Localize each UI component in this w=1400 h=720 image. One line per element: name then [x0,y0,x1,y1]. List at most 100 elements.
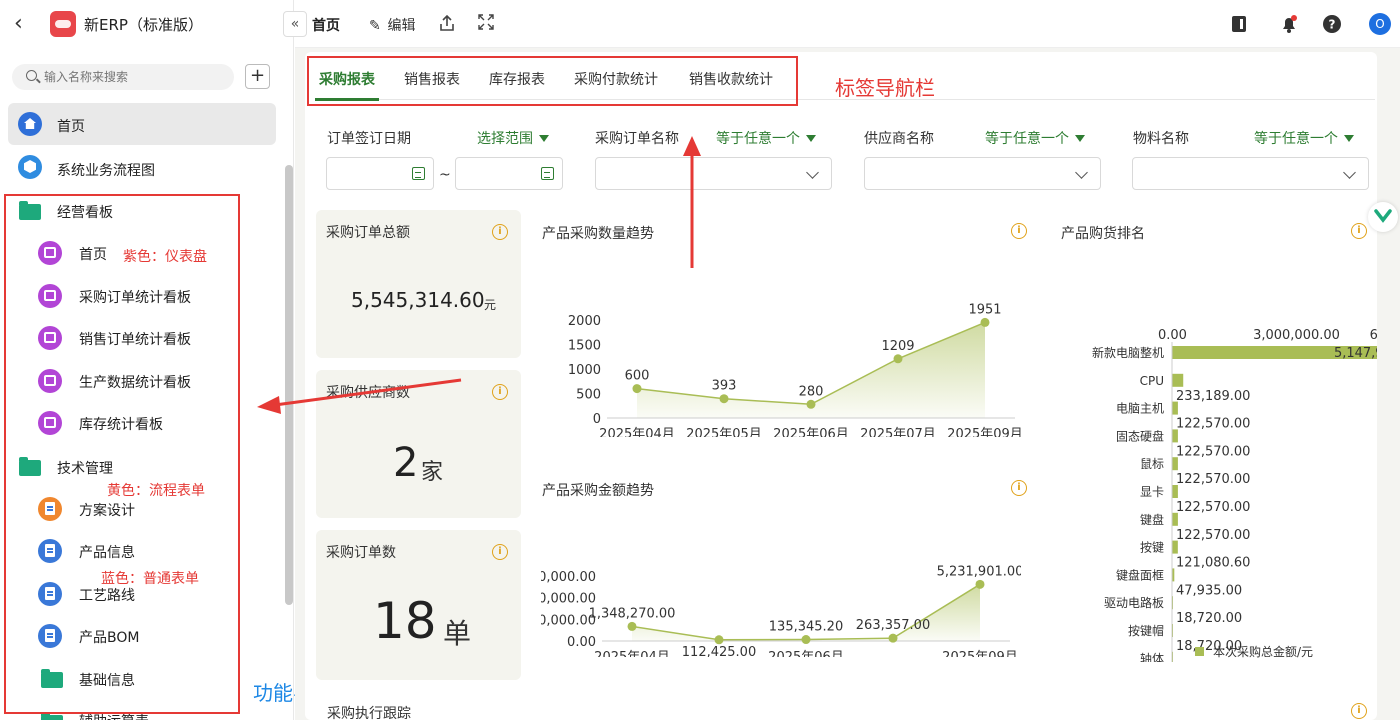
chart-title-amount: 产品采购金额趋势 [542,483,654,499]
pencil-icon: ✎ [369,18,381,34]
info-icon[interactable]: i [1351,703,1367,719]
bar [1172,457,1178,471]
data-label: 135,345.20 [769,620,843,635]
supplier-select[interactable] [864,157,1101,190]
annotation-arrow-left [274,378,462,407]
breadcrumb: 首页 [312,18,340,34]
kpi-unit: 单 [443,617,472,650]
sidebar-item-label: 销售订单统计看板 [79,332,191,348]
edit-button[interactable]: ✎ 编辑 [369,15,415,35]
data-point [806,399,816,409]
avatar[interactable]: O [1369,13,1391,35]
bar [1172,429,1178,443]
x-tick-label: 2025年06月 [773,427,849,437]
filter-op-supplier[interactable]: 等于任意一个 [985,128,1085,148]
svg-text:?: ? [1329,18,1336,32]
sidebar-item-label: 方案设计 [79,503,135,519]
data-label: 122,570.00 [1176,417,1250,432]
top-toolbar: « 首页 ✎ 编辑 ? O [283,0,1400,48]
chevron-down-icon [1343,166,1356,179]
bar [1172,485,1178,498]
category-label: 按键 [1140,541,1164,555]
add-button[interactable]: + [245,64,270,89]
sidebar-item-production-board[interactable]: 生产数据统计看板 [0,361,230,401]
data-label: 122,570.00 [1176,444,1250,459]
bell-icon[interactable] [1278,13,1300,35]
sidebar-item-label: 首页 [57,119,85,135]
info-icon[interactable]: i [1011,223,1027,239]
category-label: 固态硬盘 [1116,428,1164,443]
book-icon[interactable] [1228,13,1250,35]
search-icon [26,70,37,81]
data-label: 393 [712,379,737,394]
category-label: 键盘面框 [1116,567,1164,582]
sidebar-item-product-info[interactable]: 产品信息 [0,531,230,571]
sidebar-group-dashboard[interactable]: 经营看板 [0,190,230,230]
annotation-arrowhead [257,396,281,414]
sidebar-item-dashboard-home[interactable]: 首页 [0,233,120,273]
active-tab-underline [315,98,379,101]
filter-op-order-name[interactable]: 等于任意一个 [716,128,816,148]
sidebar-item-home[interactable]: 首页 [0,104,270,144]
sidebar-item-purchase-board[interactable]: 采购订单统计看板 [0,276,230,316]
tab-sales-report[interactable]: 销售报表 [404,69,460,89]
kpi-unit: 家 [421,460,444,485]
annotation-arrowhead [683,136,701,156]
filter-op-material[interactable]: 等于任意一个 [1254,128,1354,148]
category-label: 按键帽 [1128,623,1164,638]
bar [1172,401,1178,415]
collapse-sidebar-button[interactable]: « [283,11,307,37]
tab-inventory-report[interactable]: 库存报表 [489,69,545,89]
info-icon[interactable]: i [1011,480,1027,496]
data-label: 47,935.00 [1176,583,1242,598]
info-icon[interactable]: i [1351,223,1367,239]
material-select[interactable] [1132,157,1369,190]
floating-assistant-button[interactable] [1368,202,1398,232]
chart-amount-trend: 0.002,000,000.004,000,000.006,000,000.00… [541,564,1021,657]
search-box[interactable] [12,64,234,90]
sidebar-item-label: 产品BOM [79,630,140,646]
legend-swatch [1195,647,1204,656]
tab-purchase-report[interactable]: 采购报表 [319,69,375,89]
kpi-value: 18 [373,592,437,650]
data-label: 1951 [968,302,1001,317]
annotation-purple: 紫色：仪表盘 [123,249,207,265]
bar [1172,540,1178,554]
category-label: 轴体 [1140,651,1164,662]
sidebar-item-product-bom[interactable]: 产品BOM [0,616,230,656]
info-icon[interactable]: i [492,544,508,560]
sidebar-item-label: 生产数据统计看板 [79,375,191,391]
tab-purchase-payment[interactable]: 采购付款统计 [574,69,658,89]
sidebar-item-aux[interactable]: 辅助运算表 [0,702,230,720]
caret-down-icon [1344,135,1354,142]
data-label: 112,425.00 [682,645,756,657]
sidebar-item-flow[interactable]: 系统业务流程图 [0,148,270,188]
filter-label-supplier: 供应商名称 [864,131,934,147]
fullscreen-icon[interactable] [478,14,494,30]
annotation-tab-bar: 标签导航栏 [835,76,935,100]
x-tick-label: 6,000,000.00 [1370,328,1377,343]
sidebar-item-inventory-board[interactable]: 库存统计看板 [0,403,230,443]
help-icon[interactable]: ? [1321,13,1343,35]
sidebar-item-label: 产品信息 [79,545,135,561]
assistant-icon [1374,209,1392,223]
tab-sales-collection[interactable]: 销售收款统计 [689,69,773,89]
category-label: 显卡 [1140,485,1164,499]
data-label: 18,720.00 [1176,611,1242,626]
data-point [893,354,903,364]
sidebar-item-sales-board[interactable]: 销售订单统计看板 [0,318,230,358]
main-area: « 首页 ✎ 编辑 ? O 采购报表 销售报表 库存报表 采购付款统计 销售收款… [257,0,1400,720]
category-label: 新款电脑整机 [1092,345,1164,360]
filter-op-label: 等于任意一个 [985,131,1069,147]
back-arrow-icon[interactable]: ‹ [14,12,34,36]
legend-label: 本次采购总金额/元 [1213,644,1313,659]
filter-op-label: 等于任意一个 [1254,131,1338,147]
app-logo [50,11,76,37]
sidebar-item-basic-info[interactable]: 基础信息 [0,659,230,699]
data-point [627,621,637,631]
search-input[interactable] [44,67,224,87]
share-icon[interactable] [439,14,455,32]
chart-title-ranking: 产品购货排名 [1061,226,1145,242]
y-tick-label: 6,000,000.00 [541,570,596,585]
data-point [714,635,724,645]
